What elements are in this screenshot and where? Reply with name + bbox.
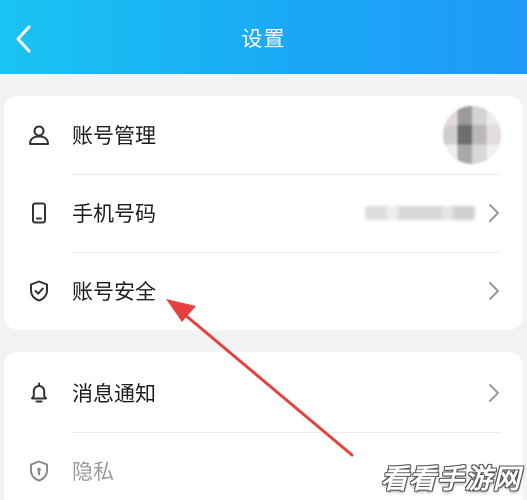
- account-management-item[interactable]: 账号管理: [4, 96, 523, 174]
- phone-icon: [26, 200, 52, 226]
- phone-number-item[interactable]: 手机号码: [4, 174, 523, 252]
- phone-number-label: 手机号码: [72, 202, 156, 226]
- chevron-right-icon: [489, 384, 499, 402]
- message-notification-item[interactable]: 消息通知: [4, 354, 523, 432]
- account-security-item[interactable]: 账号安全: [4, 252, 523, 330]
- chevron-left-icon: [16, 25, 31, 53]
- chevron-right-icon: [489, 282, 499, 300]
- page-title: 设置: [241, 27, 286, 51]
- account-settings-group: 账号管理 手机号码 账号安全: [4, 96, 523, 330]
- chevron-right-icon: [489, 204, 499, 222]
- phone-number-value-masked: [365, 206, 475, 220]
- user-icon: [26, 122, 52, 148]
- avatar: [443, 106, 501, 164]
- back-button[interactable]: [8, 22, 38, 56]
- message-notification-label: 消息通知: [72, 382, 156, 406]
- account-management-label: 账号管理: [72, 124, 156, 148]
- watermark: 看看手游网: [381, 464, 521, 495]
- privacy-label: 隐私: [72, 460, 114, 484]
- nav-header: 设置: [0, 0, 527, 74]
- shield-icon: [26, 278, 52, 304]
- account-security-label: 账号安全: [72, 280, 156, 304]
- bell-icon: [26, 380, 52, 406]
- privacy-shield-icon: [26, 458, 52, 484]
